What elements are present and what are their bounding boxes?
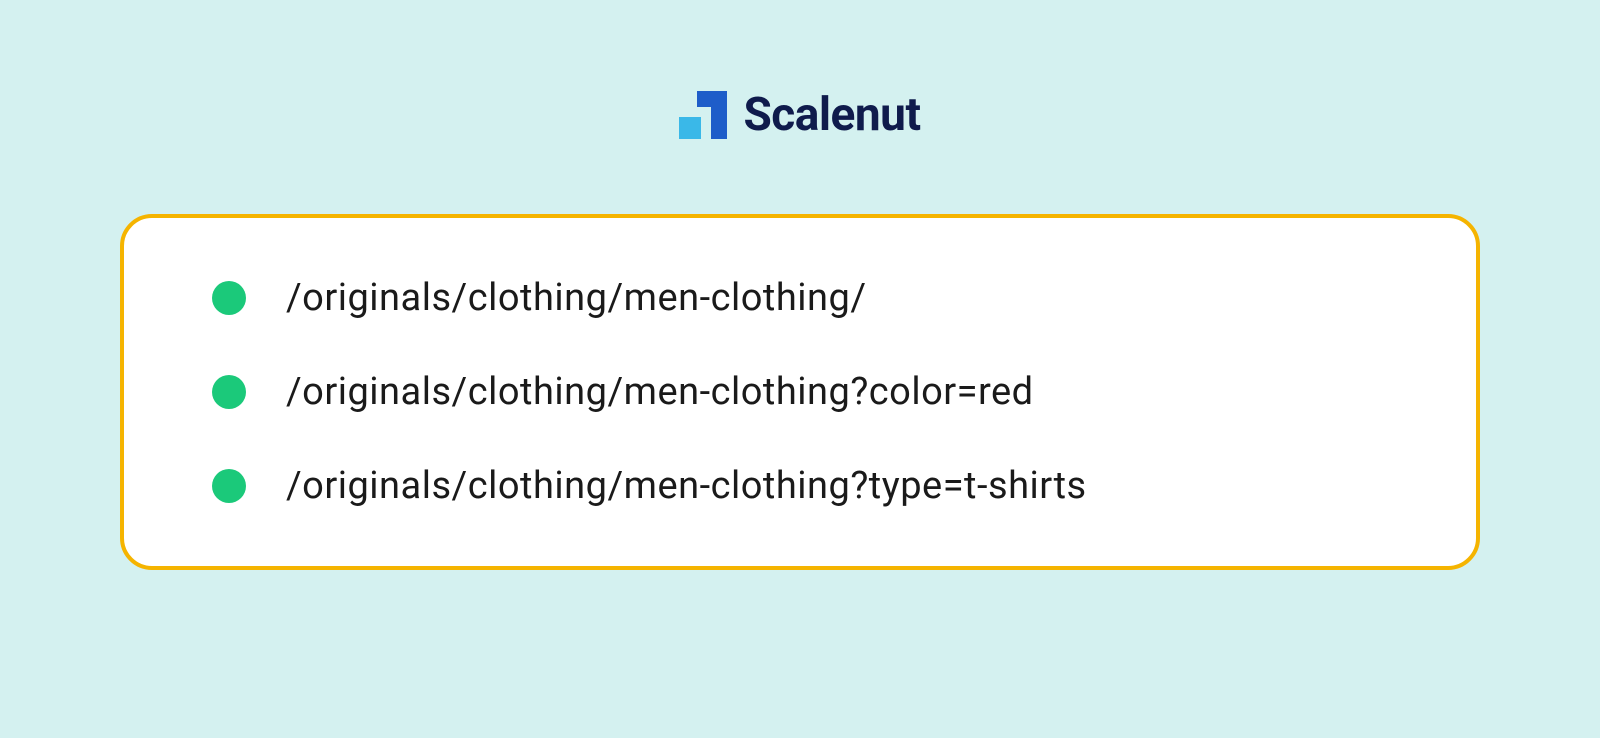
- list-item: /originals/clothing/men-clothing/: [212, 276, 1406, 320]
- brand-name: Scalenut: [743, 88, 920, 142]
- list-item: /originals/clothing/men-clothing?type=t-…: [212, 464, 1406, 508]
- url-path-text: /originals/clothing/men-clothing?type=t-…: [286, 464, 1087, 508]
- list-item: /originals/clothing/men-clothing?color=r…: [212, 370, 1406, 414]
- url-examples-card: /originals/clothing/men-clothing/ /origi…: [120, 214, 1480, 570]
- url-path-text: /originals/clothing/men-clothing?color=r…: [286, 370, 1034, 414]
- logo-icon: [679, 91, 727, 139]
- bullet-icon: [212, 469, 246, 503]
- url-path-text: /originals/clothing/men-clothing/: [286, 276, 867, 320]
- bullet-icon: [212, 375, 246, 409]
- brand-logo: Scalenut: [679, 88, 920, 142]
- bullet-icon: [212, 281, 246, 315]
